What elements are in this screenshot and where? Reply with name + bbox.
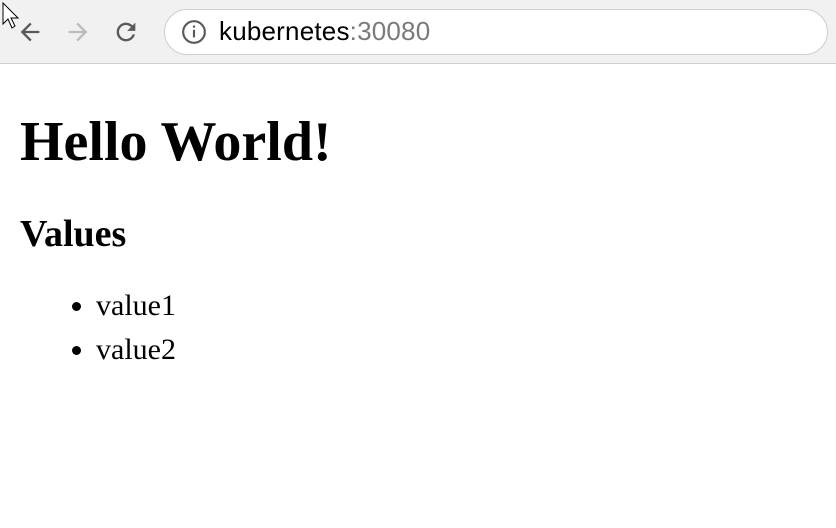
page-content: Hello World! Values value1 value2 [0,64,836,399]
forward-button[interactable] [56,10,100,54]
browser-toolbar: kubernetes:30080 [0,0,836,64]
values-list: value1 value2 [20,284,816,371]
url-host: kubernetes [219,16,350,46]
url-port: :30080 [350,16,431,46]
info-icon[interactable] [181,19,207,45]
back-button[interactable] [8,10,52,54]
address-bar[interactable]: kubernetes:30080 [164,9,828,55]
list-item: value2 [96,328,816,372]
back-arrow-icon [16,18,44,46]
list-item: value1 [96,284,816,328]
page-subheading: Values [20,212,816,256]
page-heading: Hello World! [20,110,816,174]
reload-button[interactable] [104,10,148,54]
reload-icon [112,18,140,46]
forward-arrow-icon [64,18,92,46]
url-text: kubernetes:30080 [219,16,430,47]
